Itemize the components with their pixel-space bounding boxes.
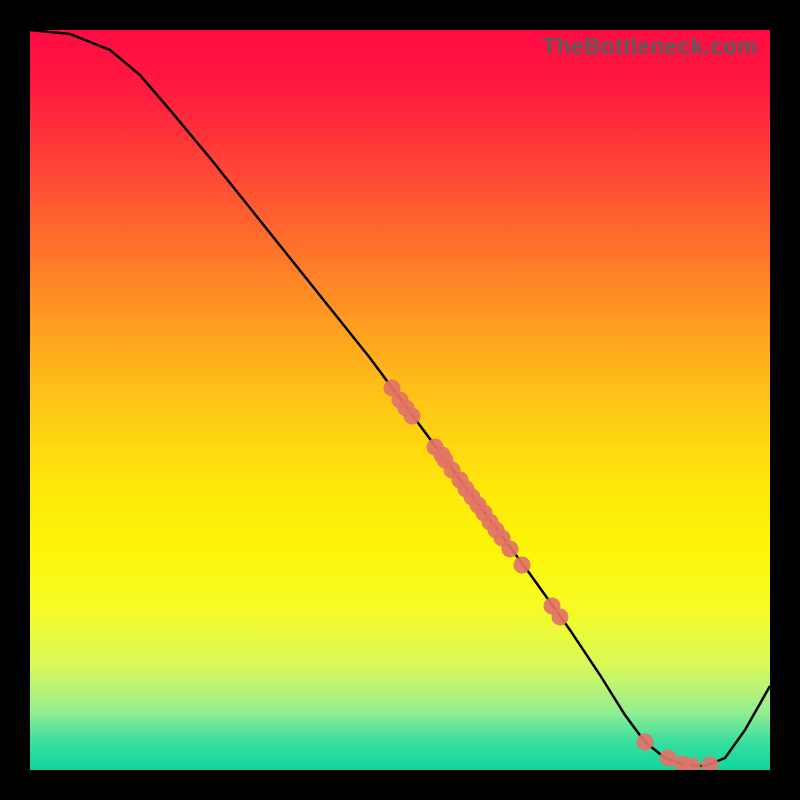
chart-frame: TheBottleneck.com bbox=[0, 0, 800, 800]
chart-svg bbox=[30, 30, 770, 770]
data-point bbox=[702, 757, 719, 771]
data-point bbox=[404, 408, 421, 425]
data-point bbox=[502, 541, 519, 558]
data-point bbox=[552, 609, 569, 626]
data-point bbox=[514, 557, 531, 574]
plot-area: TheBottleneck.com bbox=[30, 30, 770, 770]
data-markers bbox=[384, 380, 719, 771]
data-point bbox=[637, 734, 654, 751]
